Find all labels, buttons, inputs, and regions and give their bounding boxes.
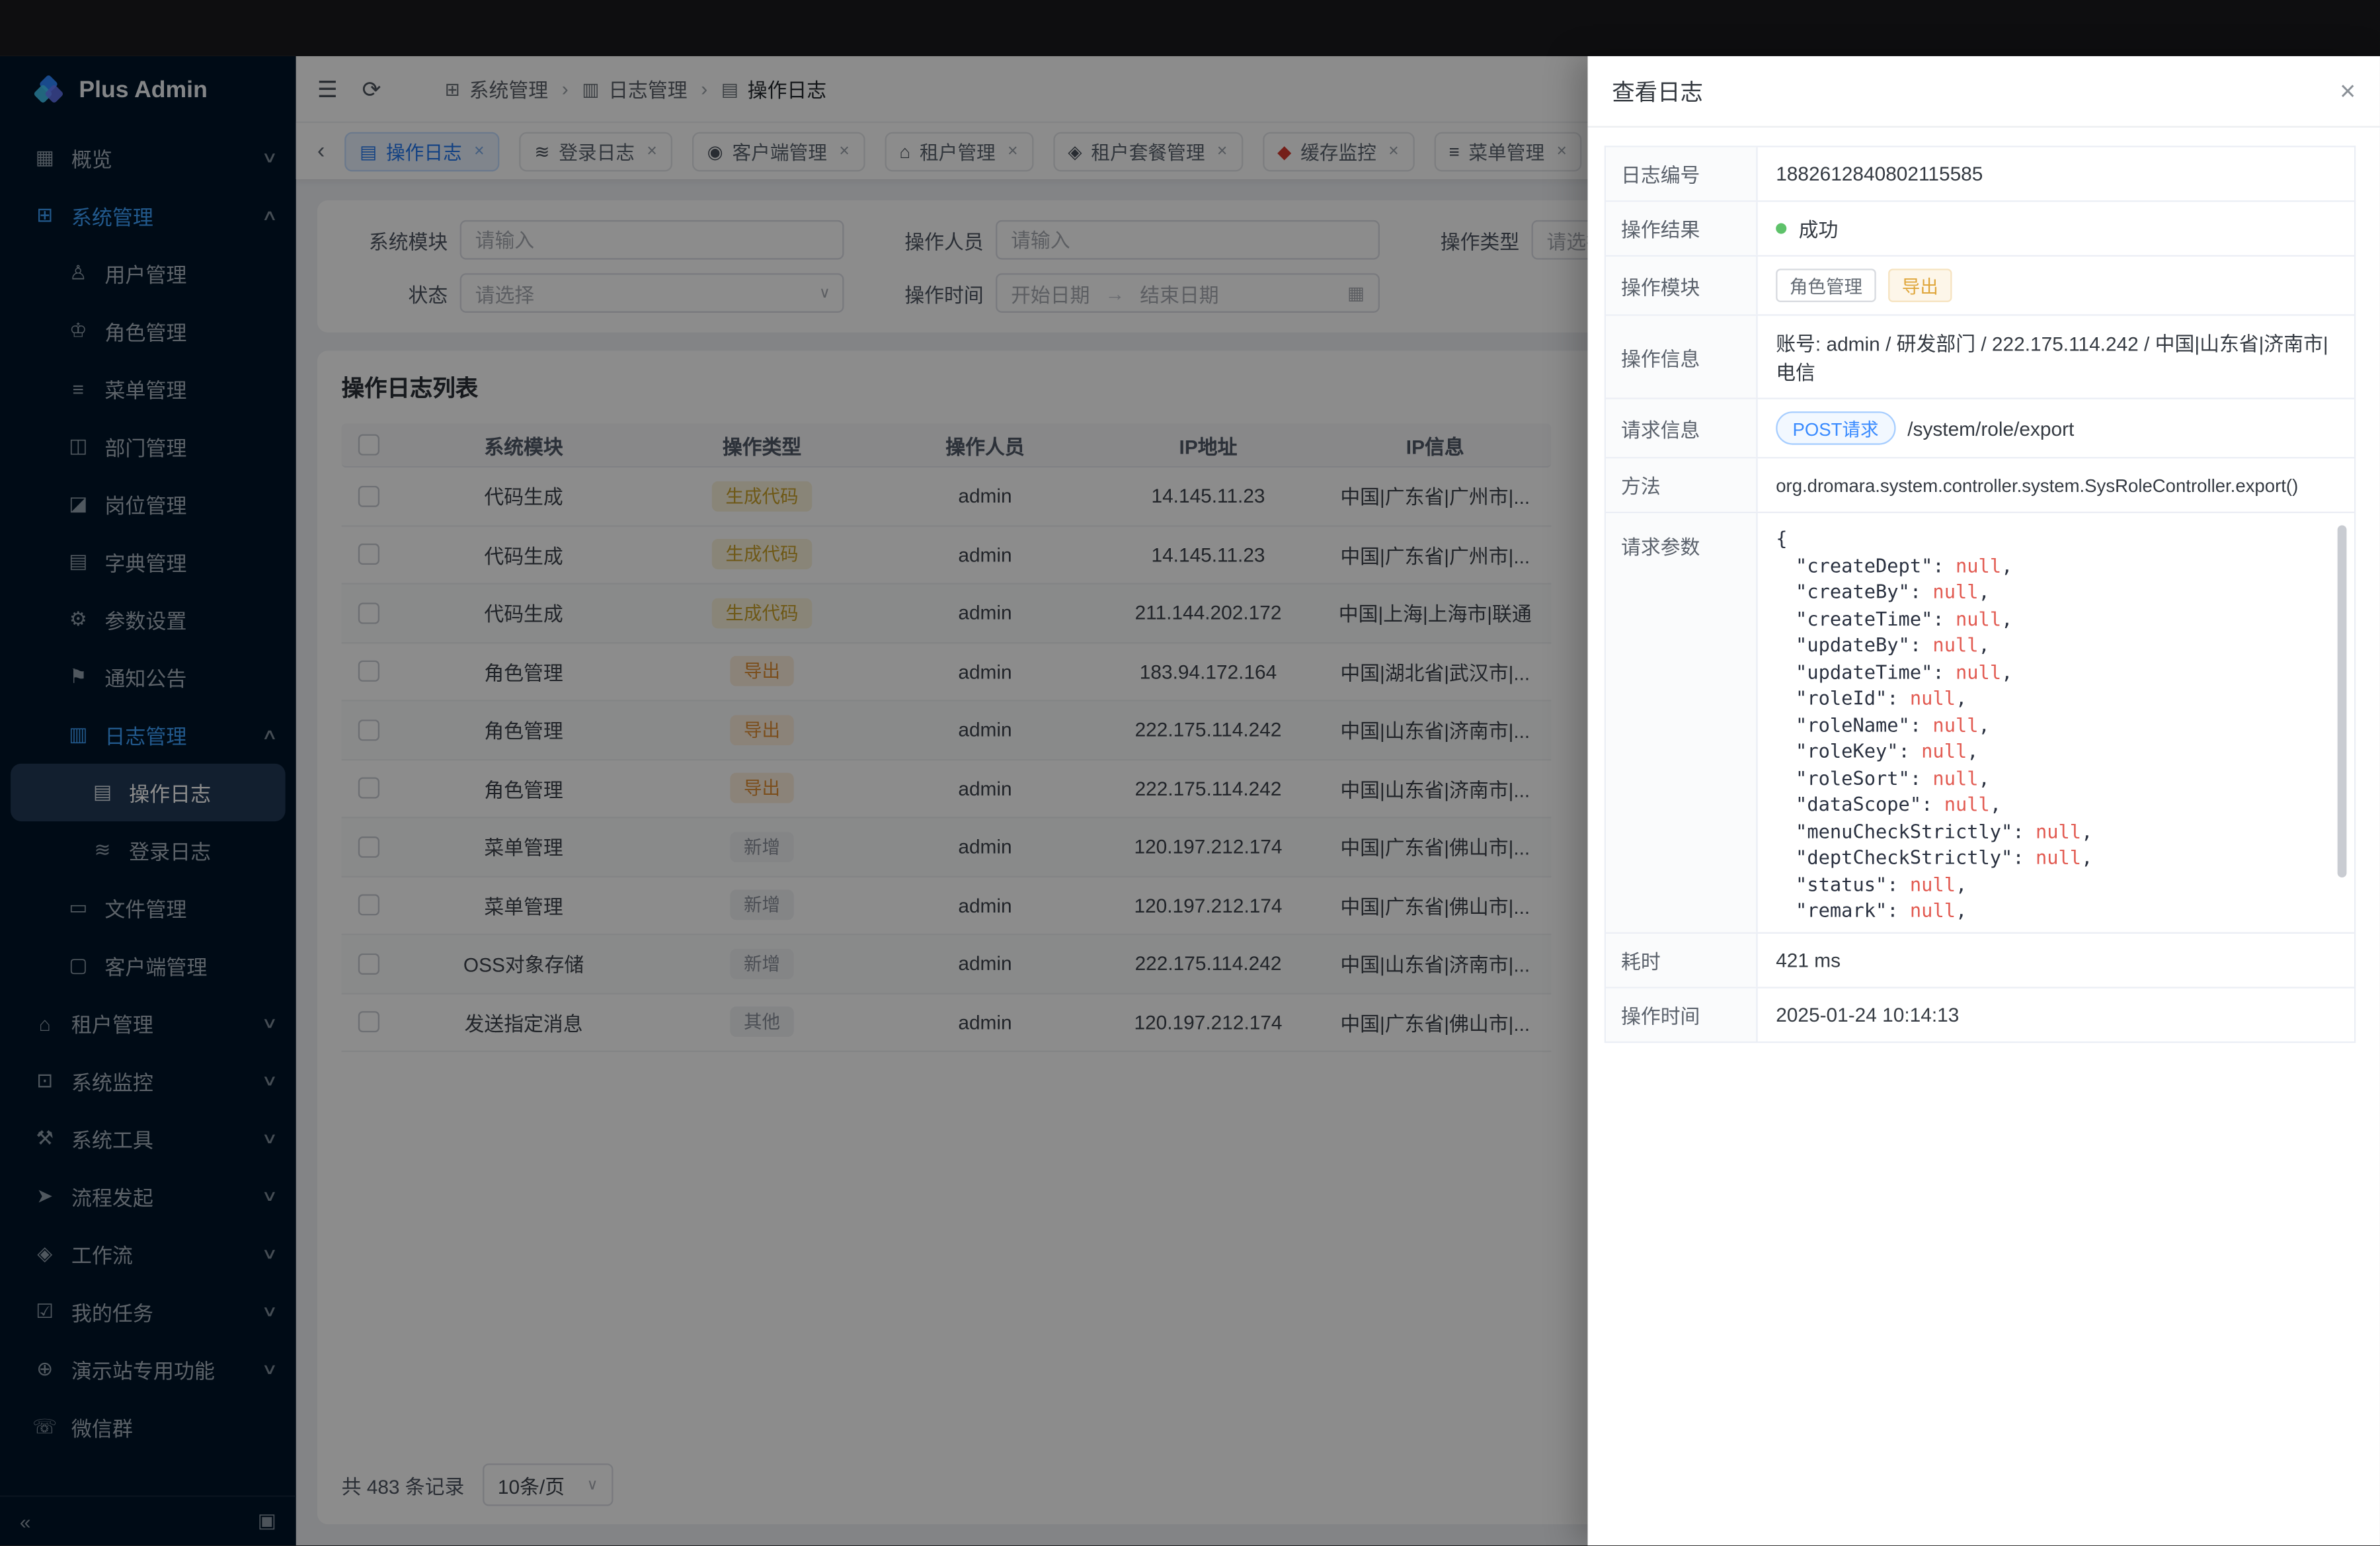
json-line: "menuCheckStrictly": null,	[1776, 817, 2324, 844]
json-line: "createTime": null,	[1776, 605, 2324, 631]
success-dot-icon	[1776, 223, 1786, 233]
json-line: "status": null,	[1776, 871, 2324, 897]
result-text: 成功	[1799, 214, 1839, 243]
module-tag: 导出	[1888, 268, 1952, 302]
detail-row-request: 请求信息 POST请求 /system/role/export	[1606, 399, 2354, 459]
json-line: "roleName": null,	[1776, 712, 2324, 738]
detail-label: 耗时	[1606, 934, 1758, 987]
json-line: "roleSort": null,	[1776, 764, 2324, 791]
log-detail-table: 日志编号 1882612840802115585 操作结果 成功 操作模块 角色…	[1605, 145, 2356, 1043]
json-line: "remark": null,	[1776, 897, 2324, 924]
json-open-brace: {	[1776, 527, 1787, 549]
detail-label: 请求参数	[1606, 513, 1758, 932]
log-id-value: 1882612840802115585	[1758, 147, 2354, 200]
request-params-value: { "createDept": null,"createBy": null,"c…	[1758, 513, 2354, 932]
request-params-json: { "createDept": null,"createBy": null,"c…	[1758, 513, 2354, 932]
detail-label: 操作结果	[1606, 202, 1758, 255]
json-line: "updateBy": null,	[1776, 631, 2324, 658]
module-tags: 角色管理导出	[1758, 257, 2354, 314]
detail-label: 操作信息	[1606, 316, 1758, 398]
detail-row-info: 操作信息 账号: admin / 研发部门 / 222.175.114.242 …	[1606, 316, 2354, 399]
json-line: "deptCheckStrictly": null,	[1776, 844, 2324, 871]
detail-label: 请求信息	[1606, 399, 1758, 457]
scrollbar-thumb[interactable]	[2338, 525, 2347, 877]
screen: Plus Admin ▦ 概览 ∨ ⊞ 系统管理 ∧ ♙ 用户管理 ♔	[0, 0, 2380, 1546]
json-line: "updateTime": null,	[1776, 658, 2324, 684]
request-info-value: POST请求 /system/role/export	[1758, 399, 2354, 457]
detail-label: 操作时间	[1606, 989, 1758, 1041]
detail-row-method: 方法 org.dromara.system.controller.system.…	[1606, 458, 2354, 513]
json-line: "createDept": null,	[1776, 552, 2324, 579]
duration-value: 421 ms	[1758, 934, 2354, 987]
module-tag: 角色管理	[1776, 268, 1876, 302]
operation-time-value: 2025-01-24 10:14:13	[1758, 989, 2354, 1041]
method-value: org.dromara.system.controller.system.Sys…	[1758, 458, 2354, 511]
detail-label: 日志编号	[1606, 147, 1758, 200]
request-url: /system/role/export	[1907, 417, 2074, 439]
post-method-badge: POST请求	[1776, 411, 1895, 445]
detail-label: 操作模块	[1606, 257, 1758, 314]
view-log-drawer: 查看日志 × 日志编号 1882612840802115585 操作结果 成功 …	[1588, 56, 2380, 1546]
detail-row-time: 操作时间 2025-01-24 10:14:13	[1606, 989, 2354, 1043]
detail-row-duration: 耗时 421 ms	[1606, 934, 2354, 989]
drawer-body: 日志编号 1882612840802115585 操作结果 成功 操作模块 角色…	[1588, 128, 2380, 1061]
result-value: 成功	[1758, 202, 2354, 255]
json-line: "roleKey": null,	[1776, 738, 2324, 764]
detail-row-module: 操作模块 角色管理导出	[1606, 257, 2354, 316]
drawer-title: 查看日志	[1612, 75, 1703, 107]
json-line: "roleId": null,	[1776, 684, 2324, 711]
close-icon[interactable]: ×	[2340, 77, 2356, 104]
detail-row-result: 操作结果 成功	[1606, 202, 2354, 257]
detail-label: 方法	[1606, 458, 1758, 511]
operation-info-value: 账号: admin / 研发部门 / 222.175.114.242 / 中国|…	[1758, 316, 2354, 398]
detail-row-log-id: 日志编号 1882612840802115585	[1606, 147, 2354, 202]
drawer-header: 查看日志 ×	[1588, 56, 2380, 128]
detail-row-params: 请求参数 { "createDept": null,"createBy": nu…	[1606, 513, 2354, 934]
json-line: "dataScope": null,	[1776, 791, 2324, 817]
json-line: "createBy": null,	[1776, 579, 2324, 605]
